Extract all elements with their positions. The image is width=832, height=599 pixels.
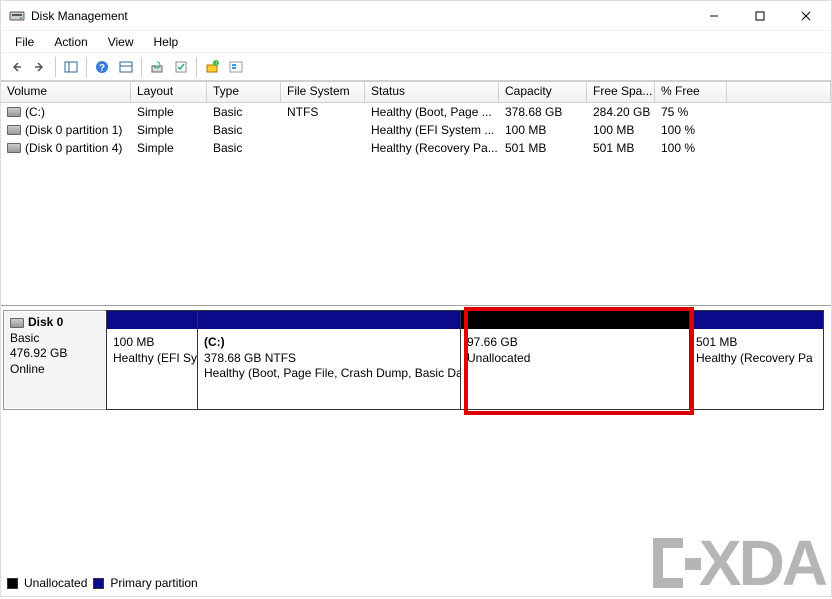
partition-bar (107, 311, 197, 329)
partition[interactable]: 100 MBHealthy (EFI Sy (106, 310, 198, 410)
volume-status: Healthy (Recovery Pa... (365, 141, 499, 155)
volume-list[interactable]: Volume Layout Type File System Status Ca… (1, 81, 831, 306)
properties-panel-icon[interactable] (115, 56, 137, 78)
menu-file[interactable]: File (5, 33, 44, 51)
toolbar: ? ↑ (1, 53, 831, 81)
settings-icon[interactable] (225, 56, 247, 78)
maximize-button[interactable] (737, 1, 783, 31)
menubar: File Action View Help (1, 31, 831, 53)
partition-bar (198, 311, 460, 329)
column-volume[interactable]: Volume (1, 81, 131, 102)
column-blank[interactable] (727, 81, 831, 102)
column-pctfree[interactable]: % Free (655, 81, 727, 102)
disk-type: Basic (10, 331, 100, 347)
table-header[interactable]: Volume Layout Type File System Status Ca… (1, 81, 831, 103)
close-button[interactable] (783, 1, 829, 31)
legend: Unallocated Primary partition (7, 576, 198, 590)
volume-type: Basic (207, 123, 281, 137)
partition-status: Unallocated (467, 351, 683, 367)
partition-status: Healthy (Boot, Page File, Crash Dump, Ba… (204, 366, 454, 382)
disk-row[interactable]: Disk 0 Basic 476.92 GB Online 100 MBHeal… (3, 310, 829, 410)
volume-name: (C:) (25, 105, 45, 119)
partition-label: (C:) (204, 335, 454, 351)
legend-primary: Primary partition (110, 576, 197, 590)
partition-size: 100 MB (113, 335, 191, 351)
volume-layout: Simple (131, 141, 207, 155)
disk-state: Online (10, 362, 100, 378)
volume-layout: Simple (131, 105, 207, 119)
partition[interactable]: 97.66 GBUnallocated (460, 310, 690, 410)
column-freespace[interactable]: Free Spa... (587, 81, 655, 102)
legend-swatch-unallocated (7, 578, 18, 589)
column-filesystem[interactable]: File System (281, 81, 365, 102)
volume-filesystem: NTFS (281, 105, 365, 119)
legend-unallocated: Unallocated (24, 576, 87, 590)
column-type[interactable]: Type (207, 81, 281, 102)
volume-name: (Disk 0 partition 1) (25, 123, 122, 137)
volume-status: Healthy (Boot, Page ... (365, 105, 499, 119)
disk-info[interactable]: Disk 0 Basic 476.92 GB Online (3, 310, 107, 410)
legend-swatch-primary (93, 578, 104, 589)
back-button[interactable] (5, 56, 27, 78)
refresh-icon[interactable] (146, 56, 168, 78)
disk-size: 476.92 GB (10, 346, 100, 362)
minimize-button[interactable] (691, 1, 737, 31)
menu-view[interactable]: View (98, 33, 144, 51)
titlebar[interactable]: Disk Management (1, 1, 831, 31)
volume-pctfree: 100 % (655, 141, 727, 155)
volume-freespace: 284.20 GB (587, 105, 655, 119)
drive-icon (10, 318, 24, 328)
table-row[interactable]: (Disk 0 partition 1) SimpleBasic Healthy (… (1, 121, 831, 139)
partition-size: 378.68 GB NTFS (204, 351, 454, 367)
partition-bar (690, 311, 823, 329)
drive-icon (7, 125, 21, 135)
table-row[interactable]: (C:) SimpleBasicNTFSHealthy (Boot, Page .… (1, 103, 831, 121)
drive-icon (7, 143, 21, 153)
partition-status: Healthy (EFI Sy (113, 351, 191, 367)
volume-freespace: 100 MB (587, 123, 655, 137)
disk-management-icon (9, 8, 25, 24)
svg-text:?: ? (99, 63, 105, 74)
partition[interactable]: 501 MBHealthy (Recovery Pa (689, 310, 824, 410)
disk-name: Disk 0 (28, 315, 63, 331)
rescan-disks-icon[interactable] (170, 56, 192, 78)
volume-capacity: 501 MB (499, 141, 587, 155)
attach-vhd-icon[interactable]: ↑ (201, 56, 223, 78)
column-layout[interactable]: Layout (131, 81, 207, 102)
volume-name: (Disk 0 partition 4) (25, 141, 122, 155)
volume-capacity: 378.68 GB (499, 105, 587, 119)
menu-action[interactable]: Action (44, 33, 97, 51)
partition-size: 97.66 GB (467, 335, 683, 351)
help-icon[interactable]: ? (91, 56, 113, 78)
watermark: XDA (643, 530, 825, 596)
partition-status: Healthy (Recovery Pa (696, 351, 817, 367)
window-title: Disk Management (31, 9, 691, 23)
volume-type: Basic (207, 105, 281, 119)
volume-pctfree: 75 % (655, 105, 727, 119)
volume-pctfree: 100 % (655, 123, 727, 137)
menu-help[interactable]: Help (144, 33, 189, 51)
volume-capacity: 100 MB (499, 123, 587, 137)
volume-freespace: 501 MB (587, 141, 655, 155)
column-capacity[interactable]: Capacity (499, 81, 587, 102)
volume-status: Healthy (EFI System ... (365, 123, 499, 137)
volume-type: Basic (207, 141, 281, 155)
svg-text:↑: ↑ (215, 61, 218, 67)
forward-button[interactable] (29, 56, 51, 78)
partition-bar (461, 311, 689, 329)
toolbar-separator (55, 57, 56, 77)
volume-layout: Simple (131, 123, 207, 137)
drive-icon (7, 107, 21, 117)
toolbar-separator (86, 57, 87, 77)
partition-size: 501 MB (696, 335, 817, 351)
partition[interactable]: (C:)378.68 GB NTFSHealthy (Boot, Page Fi… (197, 310, 461, 410)
table-row[interactable]: (Disk 0 partition 4) SimpleBasic Healthy (… (1, 139, 831, 157)
disk-graphical-pane[interactable]: Disk 0 Basic 476.92 GB Online 100 MBHeal… (1, 306, 831, 596)
show-hide-console-tree-icon[interactable] (60, 56, 82, 78)
toolbar-separator (141, 57, 142, 77)
column-status[interactable]: Status (365, 81, 499, 102)
toolbar-separator (196, 57, 197, 77)
